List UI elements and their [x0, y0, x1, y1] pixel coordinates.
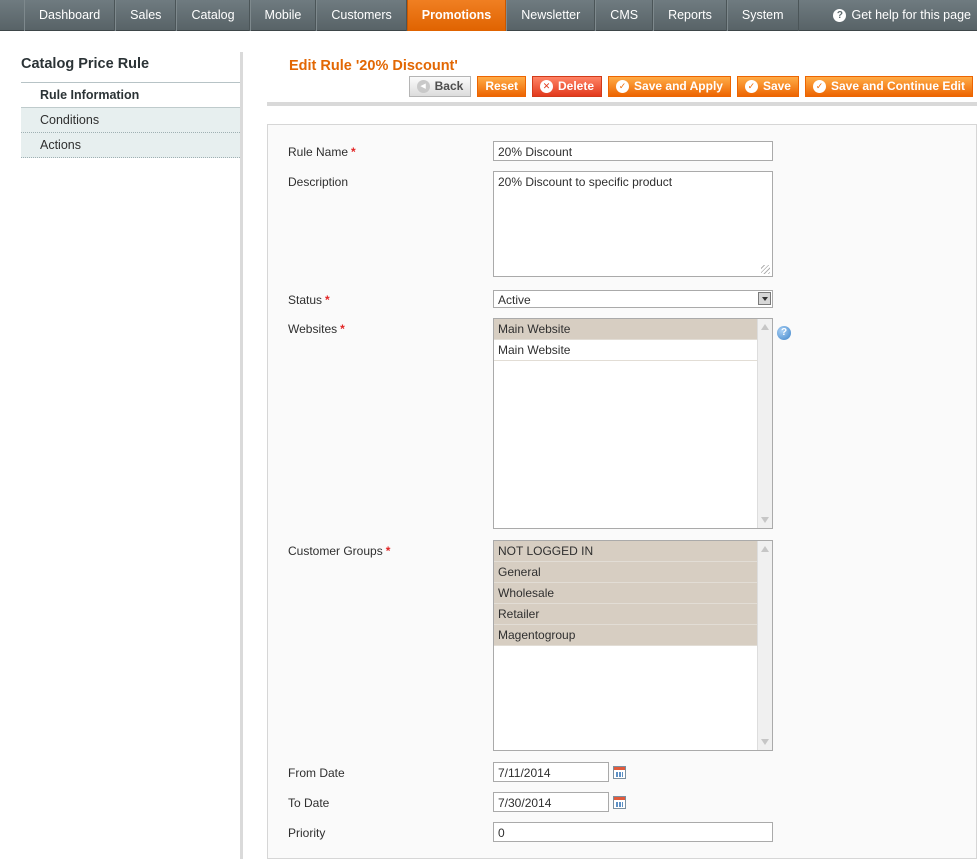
- info-icon[interactable]: ?: [777, 326, 791, 340]
- reset-button-label: Reset: [485, 79, 518, 93]
- status-select[interactable]: Active: [493, 290, 773, 308]
- customer-group-option[interactable]: Wholesale: [494, 583, 757, 604]
- save-button[interactable]: ✓ Save: [736, 76, 799, 97]
- priority-label: Priority: [288, 826, 326, 840]
- rule-name-label-text: Rule Name: [288, 145, 349, 159]
- to-date-label: To Date: [288, 796, 330, 810]
- save-and-continue-button[interactable]: ✓ Save and Continue Edit: [804, 76, 973, 97]
- nav-item-dashboard[interactable]: Dashboard: [24, 0, 116, 31]
- back-button-label: Back: [434, 79, 464, 93]
- nav-item-newsletter[interactable]: Newsletter: [506, 0, 596, 31]
- nav-item-cms[interactable]: CMS: [595, 0, 654, 31]
- description-value: 20% Discount to specific product: [498, 175, 673, 189]
- scroll-down-icon[interactable]: [761, 517, 769, 523]
- scroll-down-icon[interactable]: [761, 739, 769, 745]
- scroll-up-icon[interactable]: [761, 324, 769, 330]
- customer-group-option[interactable]: General: [494, 562, 757, 583]
- customer-group-option[interactable]: NOT LOGGED IN: [494, 541, 757, 562]
- status-label: Status *: [288, 293, 330, 307]
- from-date-label: From Date: [288, 766, 345, 780]
- nav-item-sales[interactable]: Sales: [115, 0, 177, 31]
- status-label-text: Status: [288, 293, 323, 307]
- delete-button[interactable]: ✕ Delete: [532, 76, 603, 97]
- save-button-label: Save: [762, 79, 791, 93]
- back-arrow-icon: ◀: [416, 80, 430, 93]
- nav-item-mobile[interactable]: Mobile: [249, 0, 317, 31]
- nav-item-customers[interactable]: Customers: [316, 0, 407, 31]
- checkmark-icon: ✓: [812, 80, 826, 93]
- description-textarea[interactable]: 20% Discount to specific product: [493, 171, 773, 277]
- websites-label-text: Websites: [288, 322, 338, 336]
- delete-button-label: Delete: [558, 79, 595, 93]
- customer-groups-multiselect[interactable]: NOT LOGGED IN General Wholesale Retailer…: [493, 540, 773, 751]
- checkmark-icon: ✓: [744, 80, 758, 93]
- sidebar-title: Catalog Price Rule: [21, 52, 242, 83]
- rule-name-label: Rule Name *: [288, 145, 356, 159]
- top-navigation: Dashboard Sales Catalog Mobile Customers…: [0, 0, 977, 31]
- checkmark-icon: ✓: [616, 80, 630, 93]
- reset-button[interactable]: Reset: [477, 76, 526, 97]
- tab-conditions[interactable]: Conditions: [21, 108, 242, 133]
- websites-scrollbar[interactable]: [757, 319, 772, 528]
- to-date-input[interactable]: 7/30/2014: [493, 792, 609, 812]
- websites-option[interactable]: Main Website: [494, 340, 757, 361]
- websites-option[interactable]: Main Website: [494, 319, 757, 340]
- required-marker: *: [325, 293, 330, 307]
- nav-item-promotions[interactable]: Promotions: [406, 0, 507, 31]
- nav-item-catalog[interactable]: Catalog: [176, 0, 250, 31]
- help-icon: ?: [833, 9, 847, 22]
- customer-group-option[interactable]: Magentogroup: [494, 625, 757, 646]
- websites-multiselect[interactable]: Main Website Main Website: [493, 318, 773, 529]
- save-and-apply-button[interactable]: ✓ Save and Apply: [608, 76, 731, 97]
- websites-label: Websites *: [288, 322, 345, 336]
- tab-rule-information[interactable]: Rule Information: [21, 83, 242, 108]
- back-button[interactable]: ◀ Back: [408, 76, 472, 97]
- sidebar-divider: [240, 52, 243, 859]
- scroll-up-icon[interactable]: [761, 546, 769, 552]
- help-link[interactable]: ? Get help for this page: [833, 0, 971, 31]
- save-and-continue-label: Save and Continue Edit: [830, 79, 965, 93]
- rule-name-input[interactable]: 20% Discount: [493, 141, 773, 161]
- sidebar: Catalog Price Rule Rule Information Cond…: [21, 52, 242, 158]
- priority-input[interactable]: 0: [493, 822, 773, 842]
- save-and-apply-label: Save and Apply: [634, 79, 723, 93]
- header-divider: [267, 102, 977, 106]
- description-label: Description: [288, 175, 349, 189]
- delete-x-icon: ✕: [540, 80, 553, 93]
- status-selected-value: Active: [498, 293, 531, 307]
- customer-groups-scrollbar[interactable]: [757, 541, 772, 750]
- nav-menu: Dashboard Sales Catalog Mobile Customers…: [24, 0, 799, 31]
- required-marker: *: [340, 322, 345, 336]
- action-buttons: ◀ Back Reset ✕ Delete ✓ Save and Apply ✓…: [408, 76, 973, 97]
- customer-groups-label-text: Customer Groups: [288, 544, 383, 558]
- required-marker: *: [385, 544, 391, 558]
- nav-item-reports[interactable]: Reports: [653, 0, 727, 31]
- nav-item-system[interactable]: System: [726, 0, 799, 31]
- chevron-down-icon: [758, 292, 771, 305]
- from-date-input[interactable]: 7/11/2014: [493, 762, 609, 782]
- required-marker: *: [351, 145, 356, 159]
- help-link-label: Get help for this page: [851, 8, 971, 22]
- page-title: Edit Rule '20% Discount': [289, 58, 458, 74]
- customer-group-option[interactable]: Retailer: [494, 604, 757, 625]
- calendar-icon[interactable]: [613, 766, 626, 779]
- tab-actions[interactable]: Actions: [21, 133, 242, 158]
- resize-grip-icon[interactable]: [761, 265, 770, 274]
- calendar-icon[interactable]: [613, 796, 626, 809]
- customer-groups-label: Customer Groups *: [288, 544, 390, 558]
